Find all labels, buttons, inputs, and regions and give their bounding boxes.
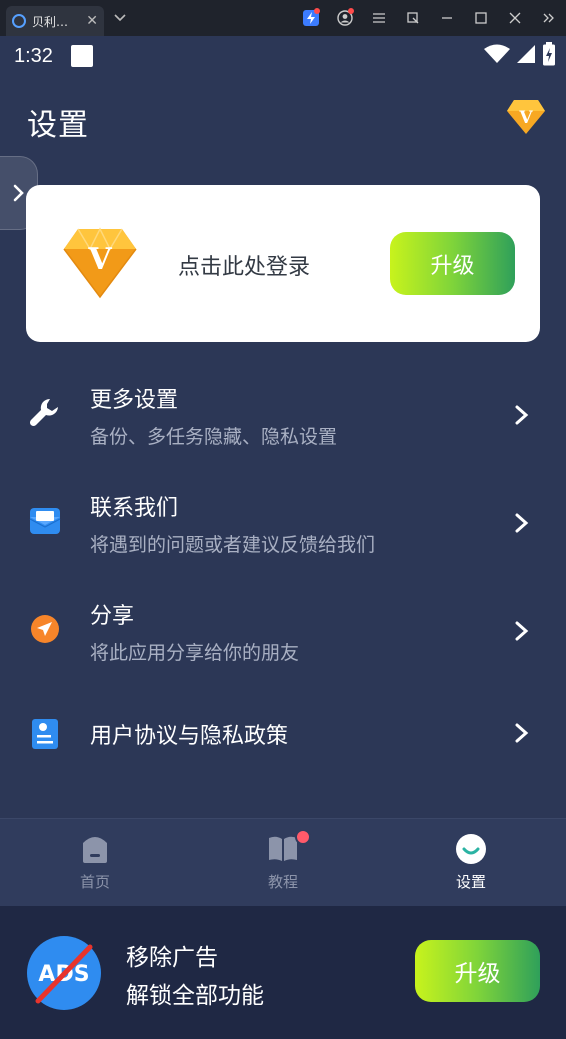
menu-item-subtitle: 将此应用分享给你的朋友 [90, 642, 300, 664]
chevron-right-icon [515, 405, 529, 425]
chevron-right-icon [13, 184, 24, 202]
more-icon[interactable] [532, 0, 566, 36]
settings-smile-icon [455, 833, 487, 865]
no-ads-icon: ADS [26, 935, 102, 1015]
window-toolbar [294, 0, 566, 36]
menu-icon[interactable] [362, 0, 396, 36]
notification-icon [70, 45, 93, 67]
vip-diamond-icon: V [62, 225, 138, 303]
upgrade-button[interactable]: 升级 [415, 940, 540, 1002]
tab-dropdown-icon[interactable] [114, 11, 126, 25]
maximize-icon[interactable] [464, 0, 498, 36]
close-icon[interactable] [498, 0, 532, 36]
restore-icon[interactable] [396, 0, 430, 36]
battery-icon [543, 42, 555, 66]
book-icon [267, 829, 311, 865]
document-icon [28, 717, 62, 751]
menu-item-title: 联系我们 [90, 496, 179, 521]
status-time: 1:32 [14, 44, 53, 67]
lightning-icon[interactable] [294, 0, 328, 36]
remove-ads-banner[interactable]: ADS 移除广告 解锁全部功能 升级 [0, 906, 566, 1039]
svg-text:V: V [518, 108, 533, 128]
status-bar: 1:32 [0, 36, 566, 76]
nav-tab-home[interactable]: 首页 [55, 833, 135, 892]
minimize-icon[interactable] [430, 0, 464, 36]
share-icon [28, 612, 62, 646]
nav-label: 教程 [267, 873, 298, 891]
nav-tab-settings[interactable]: 设置 [431, 833, 511, 892]
notification-dot [348, 8, 354, 14]
tab-title: 贝利… [32, 14, 69, 29]
login-card[interactable]: V 点击此处登录 升级 [26, 185, 540, 342]
account-icon[interactable] [328, 0, 362, 36]
menu-item-share[interactable]: 分享 将此应用分享给你的朋友 [0, 594, 566, 674]
emulator-window-bar: 贝利… ✕ [0, 0, 566, 36]
svg-text:V: V [87, 242, 112, 277]
notification-dot [314, 8, 320, 14]
login-prompt[interactable]: 点击此处登录 [178, 249, 310, 281]
nav-label: 首页 [79, 873, 110, 891]
menu-item-contact-us[interactable]: 联系我们 将遇到的问题或者建议反馈给我们 [0, 486, 566, 566]
bottom-nav: 首页 教程 设置 [0, 818, 566, 906]
tab-close-icon[interactable]: ✕ [86, 14, 98, 28]
chevron-right-icon [515, 621, 529, 641]
mail-icon [28, 504, 62, 538]
menu-item-subtitle: 备份、多任务隐藏、隐私设置 [90, 426, 338, 448]
menu-item-title: 用户协议与隐私政策 [90, 724, 289, 749]
app-favicon-icon [12, 14, 26, 28]
menu-item-more-settings[interactable]: 更多设置 备份、多任务隐藏、隐私设置 [0, 378, 566, 458]
nav-tab-tutorial[interactable]: 教程 [243, 829, 323, 892]
system-icons [484, 42, 556, 66]
browser-tab[interactable]: 贝利… ✕ [6, 6, 104, 36]
home-icon [79, 833, 111, 865]
wrench-icon [28, 396, 62, 430]
upgrade-button[interactable]: 升级 [390, 232, 515, 295]
menu-item-title: 分享 [90, 604, 135, 629]
signal-icon [517, 45, 535, 63]
nav-label: 设置 [455, 873, 486, 891]
chevron-right-icon [515, 513, 529, 533]
menu-item-title: 更多设置 [90, 388, 179, 413]
ads-banner-subtitle: 解锁全部功能 [126, 983, 264, 1009]
wifi-icon [484, 44, 510, 63]
ads-banner-title: 移除广告 [126, 945, 218, 971]
vip-diamond-icon[interactable]: V [506, 98, 546, 140]
page-title: 设置 [27, 108, 89, 143]
notification-dot [295, 829, 311, 845]
menu-item-user-agreement[interactable]: 用户协议与隐私政策 [0, 702, 566, 766]
menu-item-subtitle: 将遇到的问题或者建议反馈给我们 [90, 534, 376, 556]
chevron-right-icon [515, 723, 529, 743]
